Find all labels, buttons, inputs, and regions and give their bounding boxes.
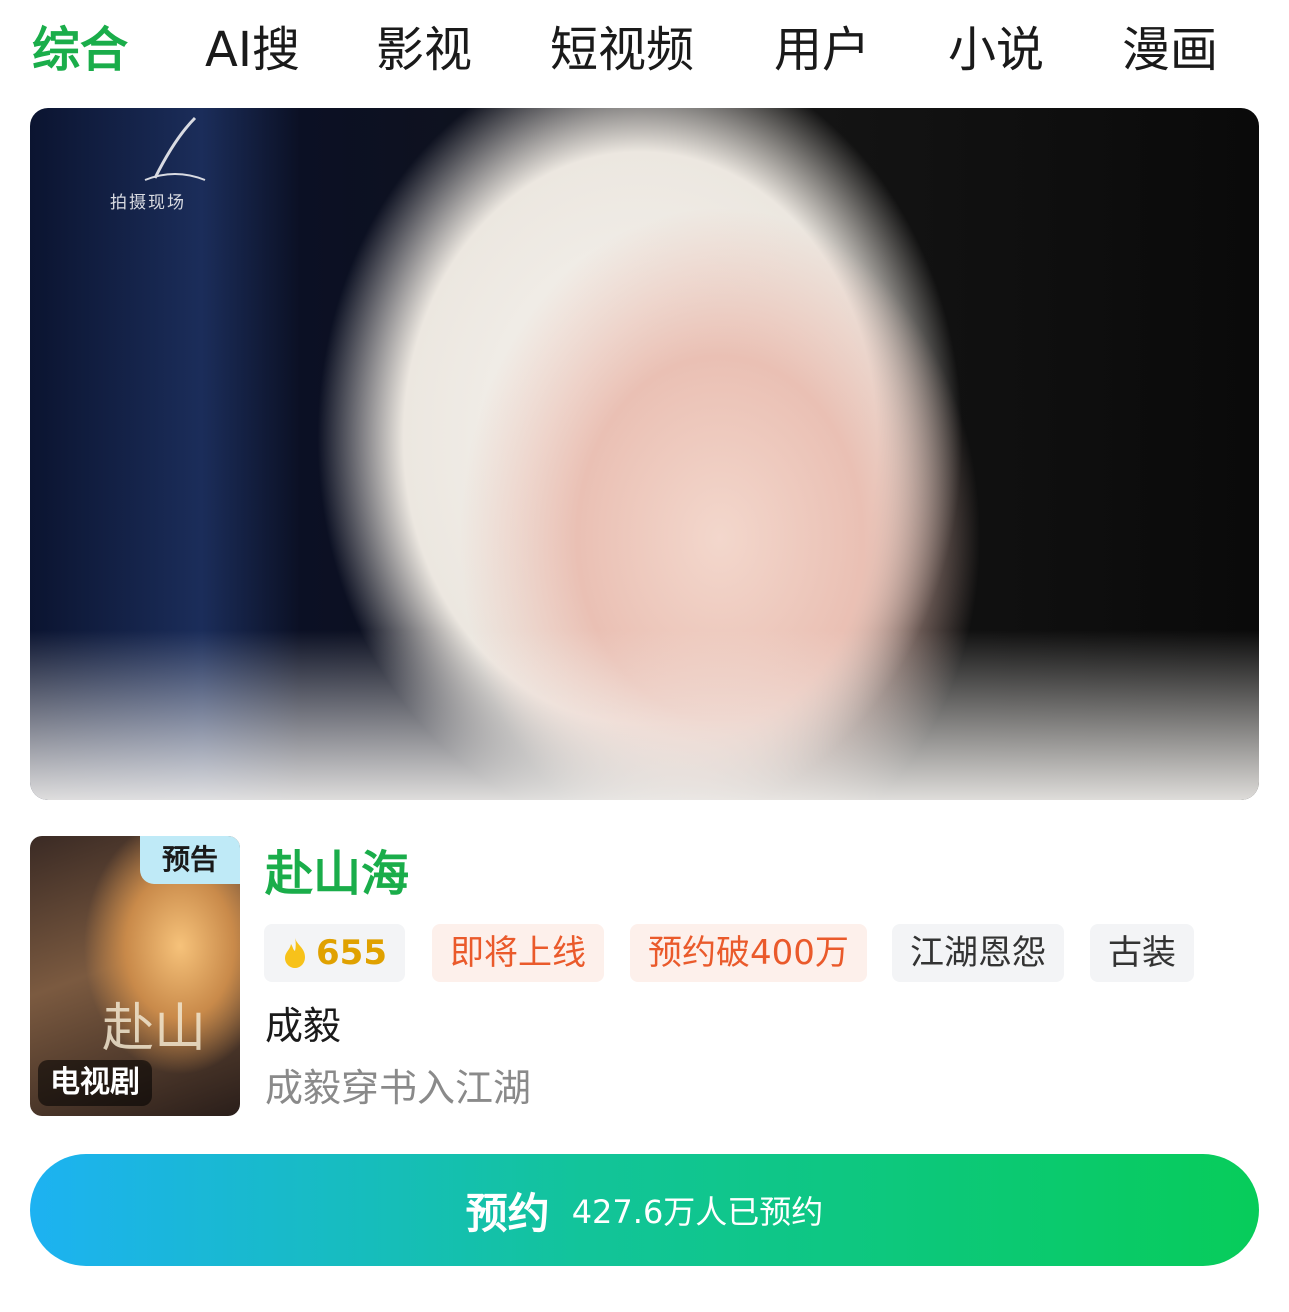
- tab-film-tv[interactable]: 影视: [376, 18, 472, 82]
- flame-icon: [285, 938, 305, 968]
- tab-novels[interactable]: 小说: [948, 18, 1044, 82]
- hero-fade: [30, 630, 1259, 800]
- show-description: 成毅穿书入江湖: [265, 1066, 532, 1110]
- trailer-badge: 预告: [140, 836, 240, 884]
- search-tabs: 综合 AI搜 影视 短视频 用户 小说 漫画: [0, 0, 1289, 100]
- tab-ai-search[interactable]: AI搜: [205, 18, 300, 82]
- logo-icon: [144, 116, 206, 181]
- cast-name[interactable]: 成毅: [265, 1000, 341, 1052]
- show-title[interactable]: 赴山海: [265, 842, 409, 906]
- watermark-text: 拍摄现场: [110, 193, 186, 213]
- poster-title-art: 赴山: [102, 999, 207, 1059]
- tab-general[interactable]: 综合: [32, 18, 128, 82]
- reserve-button[interactable]: 预约 427.6万人已预约: [30, 1154, 1259, 1266]
- tag-genre-jianghu: 江湖恩怨: [892, 924, 1064, 982]
- hero-video-thumbnail[interactable]: 拍摄现场: [30, 108, 1259, 800]
- reserve-button-label: 预约: [465, 1188, 550, 1238]
- tab-short-video[interactable]: 短视频: [550, 18, 694, 82]
- tag-genre-costume: 古装: [1090, 924, 1194, 982]
- hot-score-value: 655: [316, 933, 387, 973]
- tab-users[interactable]: 用户: [774, 18, 870, 82]
- hot-score-tag: 655: [264, 924, 405, 982]
- reserve-count: 427.6万人已预约: [571, 1193, 824, 1231]
- tab-comics[interactable]: 漫画: [1122, 18, 1218, 82]
- tag-coming-soon: 即将上线: [432, 924, 604, 982]
- content-type-badge: 电视剧: [38, 1060, 152, 1106]
- tag-reservations: 预约破400万: [630, 924, 867, 982]
- poster-thumbnail[interactable]: 赴山 预告 电视剧: [30, 836, 240, 1116]
